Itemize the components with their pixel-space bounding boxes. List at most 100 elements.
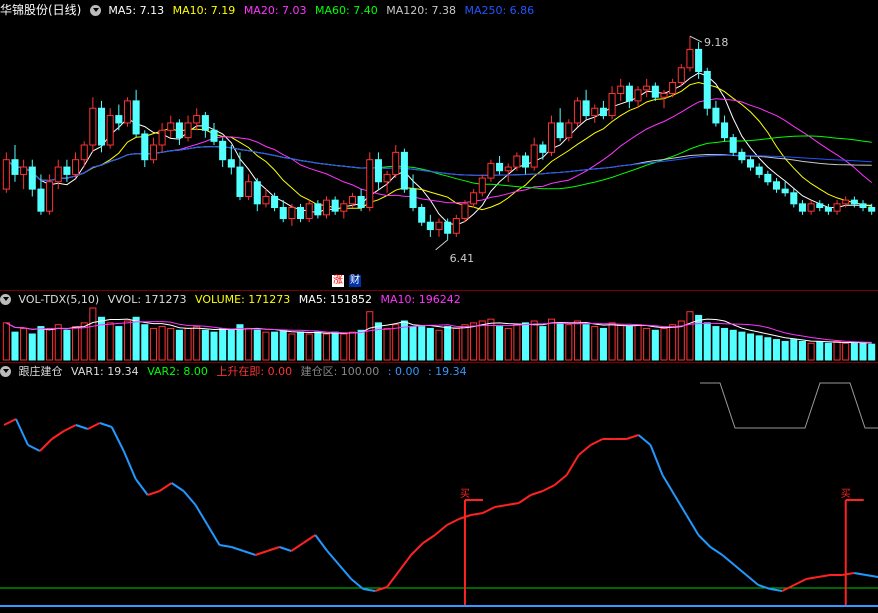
volume-bar-down xyxy=(279,329,287,361)
volume-bar-up xyxy=(461,324,469,361)
var1-segment xyxy=(122,450,137,480)
candle-down xyxy=(859,203,867,209)
candle-up xyxy=(842,199,850,205)
var1-segment xyxy=(817,574,831,578)
volume-bar-up xyxy=(46,327,54,361)
volume-bar-down xyxy=(850,341,858,361)
zone-step-line xyxy=(700,382,878,429)
volume-bar-up xyxy=(452,327,460,361)
candle-down xyxy=(695,48,703,72)
var1-segment xyxy=(39,438,53,452)
var1-segment xyxy=(194,504,209,526)
candle-down xyxy=(781,188,789,194)
var1-segment xyxy=(87,422,101,430)
var1-segment xyxy=(15,418,29,446)
candle-up xyxy=(669,82,677,95)
volume-bar-up xyxy=(80,322,88,361)
candle-up xyxy=(504,166,512,172)
candle-down xyxy=(790,192,798,205)
candle-up xyxy=(547,122,556,153)
volume-bar-down xyxy=(63,329,71,361)
candle-down xyxy=(11,159,19,175)
var1-segment xyxy=(386,570,400,588)
candle-up xyxy=(435,221,443,231)
volume-bar-up xyxy=(149,327,157,361)
volume-bar-down xyxy=(132,316,140,361)
volume-bar-up xyxy=(167,327,175,361)
volume-bar-up xyxy=(54,324,62,361)
candle-down xyxy=(418,207,426,223)
candle-down xyxy=(314,203,322,216)
volume-bar-down xyxy=(539,326,547,361)
candle-down xyxy=(651,85,659,98)
candle-down xyxy=(755,166,763,175)
var1-segment xyxy=(243,550,256,556)
volume-bar-up xyxy=(686,311,694,361)
var1-segment xyxy=(709,546,723,556)
volume-bar-up xyxy=(591,326,599,361)
volume-bar-down xyxy=(721,327,729,361)
candle-down xyxy=(444,221,452,234)
candle-down xyxy=(746,159,755,168)
volume-bar-up xyxy=(123,320,132,361)
var1-segment xyxy=(267,546,280,552)
volume-bar-up xyxy=(322,333,331,361)
volume-bar-down xyxy=(271,331,279,361)
var1-segment xyxy=(51,430,65,440)
volume-bar-down xyxy=(781,340,789,361)
volume-bar-down xyxy=(695,314,703,361)
candle-down xyxy=(331,199,339,212)
var1-segment xyxy=(446,518,460,526)
volume-bar-up xyxy=(2,322,10,361)
candle-up xyxy=(262,195,270,205)
volume-bar-down xyxy=(97,316,106,361)
volume-bar-down xyxy=(582,324,590,361)
volume-bar-down xyxy=(28,333,36,361)
var1-segment xyxy=(302,534,316,544)
volume-bar-up xyxy=(392,324,400,361)
volume-bar-down xyxy=(418,326,426,361)
candle-down xyxy=(28,166,36,190)
volume-bar-down xyxy=(444,326,452,361)
volume-bar-up xyxy=(435,329,443,361)
volume-bar-down xyxy=(556,322,564,361)
volume-bar-up xyxy=(478,320,486,361)
volume-bar-down xyxy=(253,329,261,361)
candle-down xyxy=(409,188,417,208)
candle-down xyxy=(175,122,183,139)
volume-bar-down xyxy=(374,322,382,361)
var1-segment xyxy=(673,494,688,516)
volume-bar-down xyxy=(227,329,235,361)
volume-bar-up xyxy=(833,340,841,361)
var1-segment xyxy=(338,564,352,580)
volume-bar-up xyxy=(660,327,668,361)
var1-segment xyxy=(27,444,41,452)
candle-up xyxy=(478,177,486,194)
candle-down xyxy=(850,199,858,205)
low-pointer xyxy=(435,239,448,251)
candle-down xyxy=(210,129,218,142)
volume-bar-down xyxy=(703,322,711,361)
var1-segment xyxy=(733,564,747,576)
candle-down xyxy=(201,115,209,131)
volume-bar-up xyxy=(565,324,573,361)
candle-down xyxy=(227,159,235,168)
volume-bar-down xyxy=(141,324,149,361)
var1-segment xyxy=(637,434,652,446)
volume-bar-up xyxy=(807,342,815,361)
candle-down xyxy=(599,107,607,117)
var1-segment xyxy=(578,444,592,456)
var1-segment xyxy=(182,490,197,506)
candle-down xyxy=(132,100,140,135)
volume-bar-up xyxy=(305,333,313,361)
volume-bar-down xyxy=(219,327,227,361)
volume-bar-up xyxy=(366,311,374,361)
volume-bar-up xyxy=(383,327,391,361)
volume-bar-up xyxy=(634,324,642,361)
volume-bar-up xyxy=(262,331,270,361)
candle-up xyxy=(167,122,175,131)
chart-canvas[interactable]: 9.18 6.41 买 买 xyxy=(0,0,878,613)
volume-bar-down xyxy=(357,329,365,361)
candle-up xyxy=(461,203,469,220)
var1-segment xyxy=(3,418,17,426)
